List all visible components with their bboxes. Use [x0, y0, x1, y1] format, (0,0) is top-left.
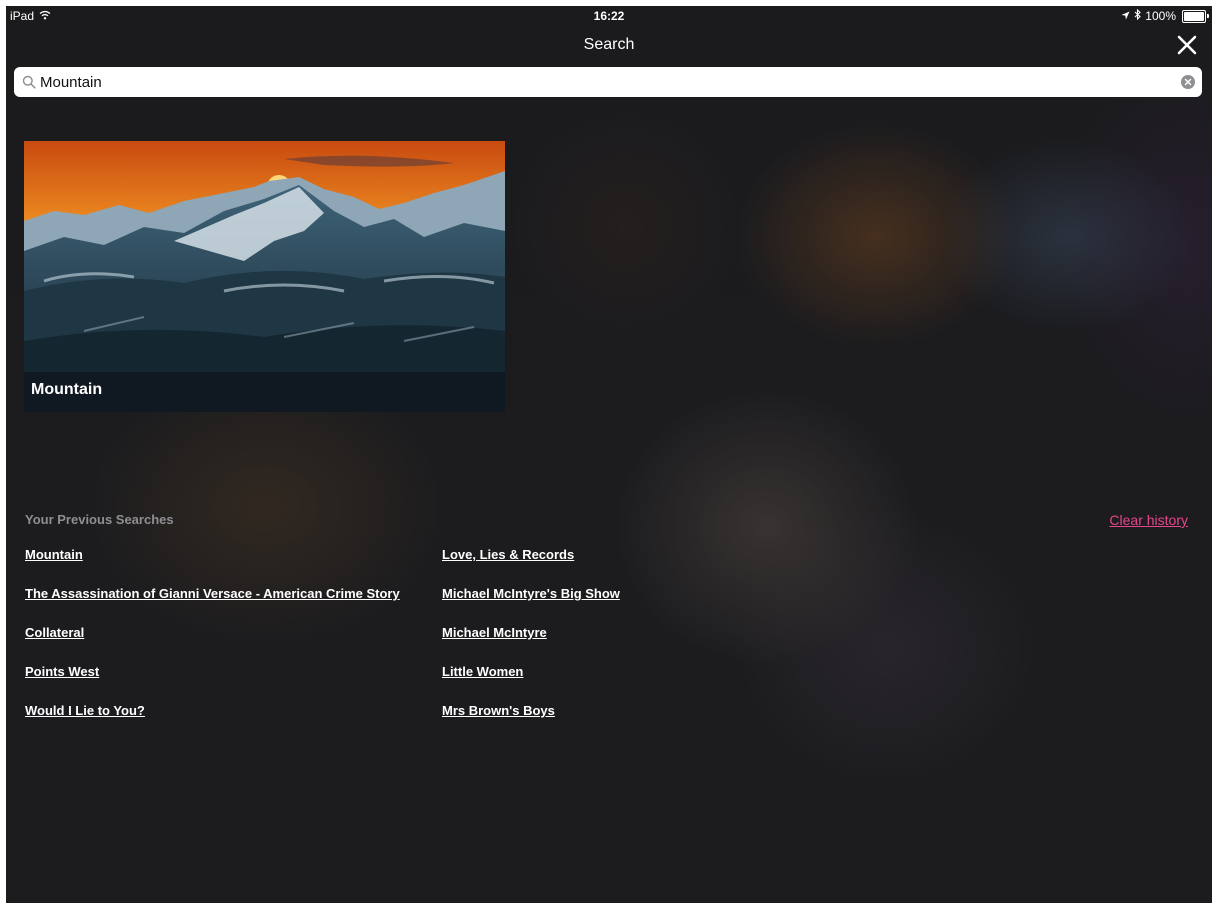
history-link[interactable]: Little Women	[442, 664, 523, 679]
history-link[interactable]: Points West	[25, 664, 99, 679]
close-icon	[1177, 35, 1197, 55]
battery-percent: 100%	[1145, 9, 1176, 23]
history-link[interactable]: Would I Lie to You?	[25, 703, 145, 718]
clear-search-button[interactable]	[1181, 75, 1195, 89]
status-right: 100%	[1121, 8, 1209, 23]
list-item: Love, Lies & Records	[442, 546, 620, 585]
result-card[interactable]: Mountain	[24, 141, 505, 412]
clear-history-link[interactable]: Clear history	[1109, 512, 1188, 528]
list-item: Michael McIntyre's Big Show	[442, 585, 620, 624]
result-title: Mountain	[31, 381, 103, 398]
list-item: The Assassination of Gianni Versace - Am…	[25, 585, 400, 624]
page-title: Search	[583, 36, 635, 53]
status-time: 16:22	[593, 9, 625, 23]
list-item: Points West	[25, 663, 400, 702]
search-input[interactable]	[40, 67, 1170, 97]
list-item: Little Women	[442, 663, 620, 702]
screen: iPad 16:22 100% Search Mountain Mountain…	[6, 6, 1212, 903]
history-list-left: Mountain The Assassination of Gianni Ver…	[25, 546, 400, 741]
clear-icon	[1184, 78, 1192, 86]
location-arrow-icon	[1121, 9, 1130, 23]
list-item: Would I Lie to You?	[25, 702, 400, 741]
list-item: Collateral	[25, 624, 400, 663]
history-link[interactable]: The Assassination of Gianni Versace - Am…	[25, 586, 400, 601]
history-link[interactable]: Michael McIntyre's Big Show	[442, 586, 620, 601]
close-button[interactable]	[1174, 32, 1200, 58]
history-link[interactable]: Collateral	[25, 625, 84, 640]
history-link[interactable]: Michael McIntyre	[442, 625, 547, 640]
history-list-right: Love, Lies & Records Michael McIntyre's …	[442, 546, 620, 741]
history-link[interactable]: Love, Lies & Records	[442, 547, 574, 562]
list-item: Mrs Brown's Boys	[442, 702, 620, 741]
history-link[interactable]: Mountain	[25, 547, 83, 562]
result-caption: Mountain	[24, 372, 505, 412]
status-bar: iPad 16:22 100%	[6, 6, 1212, 26]
search-icon	[22, 75, 36, 94]
bluetooth-icon	[1134, 8, 1142, 23]
previous-searches-heading: Your Previous Searches	[25, 512, 174, 527]
search-bar	[14, 67, 1202, 97]
list-item: Mountain	[25, 546, 400, 585]
list-item: Michael McIntyre	[442, 624, 620, 663]
nav-bar: Search	[6, 26, 1212, 66]
battery-icon	[1182, 9, 1209, 23]
history-link[interactable]: Mrs Brown's Boys	[442, 703, 555, 718]
